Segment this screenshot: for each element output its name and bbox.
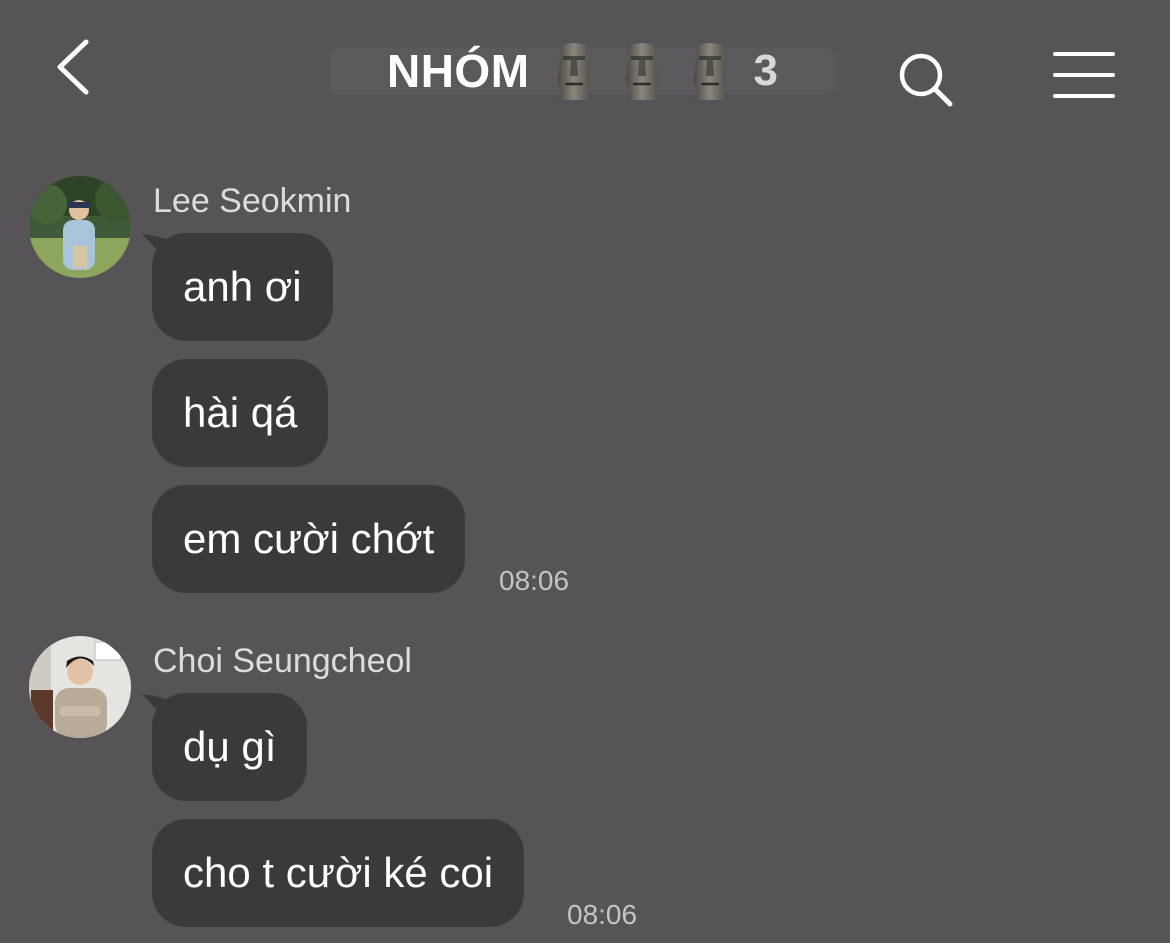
chat-title[interactable]: NHÓM 3 xyxy=(330,40,835,102)
search-button[interactable] xyxy=(896,50,956,110)
message-bubble[interactable]: cho t cười ké coi xyxy=(152,819,525,927)
member-count: 3 xyxy=(753,46,779,95)
message-bubble[interactable]: hài qá xyxy=(152,359,329,467)
moai-icon xyxy=(625,43,658,100)
message-bubble[interactable]: anh ơi xyxy=(152,233,333,341)
message-timestamp: 08:06 xyxy=(499,565,570,596)
message-bubble[interactable]: em cười chớt xyxy=(152,485,466,593)
avatar-photo xyxy=(29,636,131,738)
moai-icon xyxy=(693,43,726,100)
chat-header: NHÓM 3 xyxy=(0,0,1170,140)
sender-name: Choi Seungcheol xyxy=(153,642,412,680)
chevron-left-icon xyxy=(57,39,89,95)
group-name: NHÓM xyxy=(386,45,530,97)
message-timestamp: 08:06 xyxy=(567,899,638,930)
sender-name: Lee Seokmin xyxy=(153,182,352,220)
search-icon xyxy=(899,53,953,107)
moai-icon xyxy=(557,43,590,100)
avatar[interactable] xyxy=(29,176,131,278)
avatar[interactable] xyxy=(29,636,131,738)
avatar-photo xyxy=(29,176,131,278)
message-bubble[interactable]: dụ gì xyxy=(152,693,308,801)
menu-button[interactable] xyxy=(1053,52,1117,102)
back-button[interactable] xyxy=(48,30,108,102)
